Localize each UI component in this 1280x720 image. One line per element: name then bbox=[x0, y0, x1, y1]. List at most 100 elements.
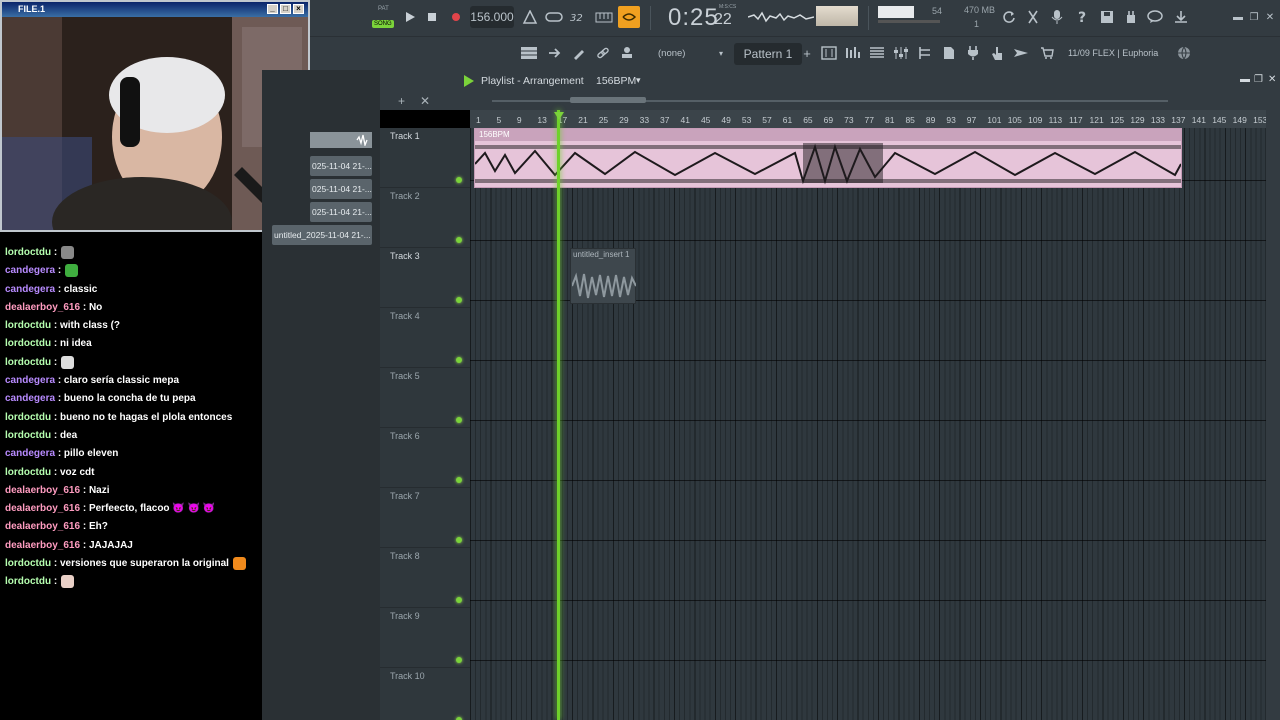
step-edit-button[interactable]: 32 bbox=[568, 8, 588, 26]
track-mute-led[interactable] bbox=[456, 357, 462, 363]
song-time[interactable]: 0:25 bbox=[668, 4, 719, 32]
snap-selector[interactable]: (none) bbox=[644, 43, 712, 63]
chat-username[interactable]: lordoctdu bbox=[5, 247, 51, 258]
news-button[interactable] bbox=[1146, 8, 1164, 26]
playhead-triangle-icon[interactable] bbox=[554, 112, 564, 120]
track-header[interactable]: Track 9 bbox=[380, 608, 470, 668]
play-button[interactable] bbox=[402, 8, 418, 26]
playlist-menu-arrow[interactable]: ▾ bbox=[636, 75, 641, 86]
chat-username[interactable]: lordoctdu bbox=[5, 320, 51, 331]
pat-badge[interactable]: PAT bbox=[378, 6, 389, 12]
track-header[interactable]: Track 5 bbox=[380, 368, 470, 428]
chat-username[interactable]: lordoctdu bbox=[5, 357, 51, 368]
playhead-marker[interactable] bbox=[557, 110, 560, 720]
playlist-restore[interactable]: ❐ bbox=[1254, 74, 1263, 85]
help-button[interactable]: ? bbox=[1074, 8, 1092, 26]
playlist-minimize[interactable]: ▬ bbox=[1240, 74, 1250, 85]
channel-rack-button[interactable] bbox=[842, 43, 864, 63]
chat-username[interactable]: lordoctdu bbox=[5, 338, 51, 349]
chat-username[interactable]: dealaerboy_616 bbox=[5, 503, 80, 514]
countdown-button[interactable] bbox=[618, 6, 640, 28]
track-mute-led[interactable] bbox=[456, 417, 462, 423]
track-mute-led[interactable] bbox=[456, 657, 462, 663]
chat-username[interactable]: lordoctdu bbox=[5, 467, 51, 478]
project-file-button[interactable] bbox=[938, 43, 960, 63]
window-restore-button[interactable]: ❐ bbox=[1248, 10, 1260, 24]
add-pattern-button[interactable]: + bbox=[800, 43, 814, 63]
recent-file-item[interactable]: 025-11-04 21-... bbox=[310, 156, 372, 176]
audio-clip-insert[interactable]: untitled_insert 1 bbox=[570, 248, 636, 304]
mixer-faders-button[interactable] bbox=[890, 43, 912, 63]
playlist-close[interactable]: ✕ bbox=[1268, 74, 1276, 85]
audio-clip[interactable]: 156BPM bbox=[474, 128, 1182, 188]
close-clip-button[interactable]: ✕ bbox=[420, 94, 430, 108]
track-header[interactable]: Track 7 bbox=[380, 488, 470, 548]
chat-username[interactable]: dealaerboy_616 bbox=[5, 540, 80, 551]
touch-controller-button[interactable] bbox=[986, 43, 1008, 63]
mixer-button[interactable] bbox=[818, 43, 840, 63]
play-arrow-icon[interactable] bbox=[462, 74, 476, 88]
piano-roll-button[interactable] bbox=[866, 43, 888, 63]
song-badge[interactable]: SONG bbox=[372, 20, 394, 28]
recent-file-item[interactable]: untitled_2025-11-04 21-... bbox=[272, 225, 372, 245]
track-header[interactable]: Track 3 bbox=[380, 248, 470, 308]
track-mute-led[interactable] bbox=[456, 297, 462, 303]
chat-username[interactable]: lordoctdu bbox=[5, 576, 51, 587]
tempo-display[interactable]: 156.000 bbox=[470, 6, 514, 28]
pattern-selector[interactable]: Pattern 1 bbox=[734, 43, 802, 65]
recent-file-item[interactable]: 025-11-04 21-... bbox=[310, 202, 372, 222]
chat-username[interactable]: candegera bbox=[5, 393, 55, 404]
wait-record-button[interactable] bbox=[544, 8, 564, 26]
window-close-button[interactable]: ✕ bbox=[1264, 10, 1276, 24]
plugin-database-button[interactable] bbox=[1122, 8, 1140, 26]
chat-username[interactable]: candegera bbox=[5, 375, 55, 386]
maximize-button[interactable]: □ bbox=[280, 4, 291, 14]
chat-username[interactable]: candegera bbox=[5, 284, 55, 295]
online-button[interactable] bbox=[1176, 45, 1192, 61]
track-header[interactable]: Track 10 bbox=[380, 668, 470, 720]
track-header[interactable]: Track 1 bbox=[380, 128, 470, 188]
track-header[interactable]: Track 8 bbox=[380, 548, 470, 608]
recent-file-item[interactable]: 025-11-04 21-... bbox=[310, 179, 372, 199]
chat-username[interactable]: lordoctdu bbox=[5, 412, 51, 423]
scroll-thumb[interactable] bbox=[570, 97, 646, 103]
browser-tree-button[interactable] bbox=[914, 43, 936, 63]
cut-button[interactable] bbox=[1024, 8, 1042, 26]
playlist-button[interactable] bbox=[518, 43, 540, 63]
stop-button[interactable] bbox=[424, 8, 440, 26]
arrow-right-button[interactable] bbox=[544, 43, 566, 63]
track-header[interactable]: Track 6 bbox=[380, 428, 470, 488]
send-button[interactable] bbox=[1010, 43, 1032, 63]
stamp-button[interactable] bbox=[616, 43, 638, 63]
window-minimize-button[interactable]: ▬ bbox=[1232, 10, 1244, 24]
link-button[interactable] bbox=[592, 43, 614, 63]
track-mute-led[interactable] bbox=[456, 237, 462, 243]
chat-username[interactable]: candegera bbox=[5, 448, 55, 459]
track-mute-led[interactable] bbox=[456, 537, 462, 543]
track-mute-led[interactable] bbox=[456, 597, 462, 603]
record-button[interactable] bbox=[448, 8, 464, 26]
snap-dropdown[interactable]: ▾ bbox=[714, 43, 728, 63]
add-track-button[interactable]: + bbox=[398, 94, 405, 108]
timeline-ruler[interactable]: 1 5 9 13 17 21 25 29 33 37 41 45 49 53 57 61 65 69 73 77 81 8… bbox=[470, 110, 1280, 128]
arrangement-grid[interactable]: 156BPM untitled_insert 1 bbox=[470, 128, 1266, 720]
chat-username[interactable]: candegera bbox=[5, 265, 55, 276]
track-mute-led[interactable] bbox=[456, 177, 462, 183]
undo-button[interactable] bbox=[1000, 8, 1018, 26]
close-button[interactable]: × bbox=[293, 4, 304, 14]
download-button[interactable] bbox=[1172, 8, 1190, 26]
track-header[interactable]: Track 4 bbox=[380, 308, 470, 368]
audio-input-button[interactable] bbox=[1048, 8, 1066, 26]
plugin-picker-button[interactable] bbox=[962, 43, 984, 63]
playlist-vertical-scroll[interactable] bbox=[1266, 110, 1280, 720]
minimize-button[interactable]: _ bbox=[267, 4, 278, 14]
chat-username[interactable]: lordoctdu bbox=[5, 558, 51, 569]
track-mute-led[interactable] bbox=[456, 477, 462, 483]
chat-username[interactable]: dealaerboy_616 bbox=[5, 302, 80, 313]
chat-username[interactable]: lordoctdu bbox=[5, 430, 51, 441]
playlist-horizontal-scroll[interactable]: + ✕ bbox=[380, 92, 1280, 110]
draw-tool-button[interactable] bbox=[568, 43, 590, 63]
save-button[interactable] bbox=[1098, 8, 1116, 26]
track-header[interactable]: Track 2 bbox=[380, 188, 470, 248]
chat-username[interactable]: dealaerboy_616 bbox=[5, 485, 80, 496]
